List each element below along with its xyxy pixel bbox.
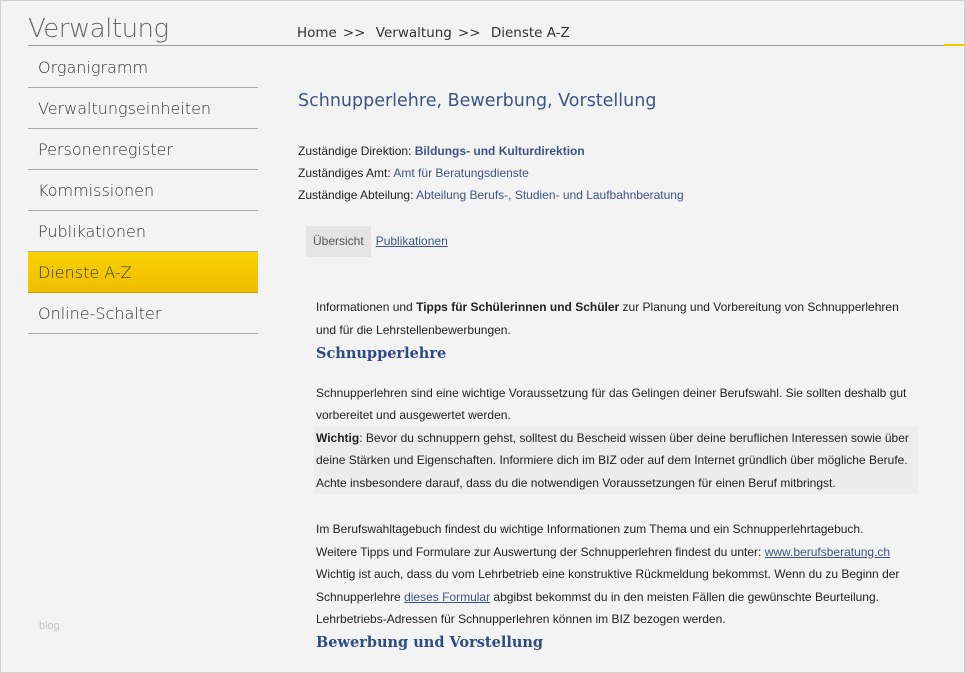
important-note: Wichtig: Bevor du schnuppern gehst, soll…: [314, 426, 918, 494]
info-label: Zuständige Direktion:: [298, 144, 412, 158]
rueckmeldung-text: abgibst bekommst du in den meisten Fälle…: [490, 589, 879, 604]
note-text: : Bevor du schnuppern gehst, solltest du…: [316, 430, 909, 490]
rueckmeldung-paragraph: Wichtig ist auch, dass du vom Lehrbetrie…: [316, 563, 918, 608]
header-accent-bar: [944, 44, 965, 46]
section-heading-bewerbung: Bewerbung und Vorstellung: [316, 633, 544, 651]
tagebuch-text: Im Berufswahltagebuch findest du wichtig…: [316, 522, 864, 536]
info-label: Zuständiges Amt:: [298, 166, 391, 180]
formular-link[interactable]: dieses Formular: [404, 590, 490, 604]
sidebar-item-online-schalter[interactable]: Online-Schalter: [28, 293, 258, 334]
responsibility-info: Zuständige Direktion: Bildungs- und Kult…: [298, 140, 684, 206]
info-row-amt: Zuständiges Amt: Amt für Beratungsdienst…: [298, 162, 684, 184]
tab-publikationen[interactable]: Publikationen: [371, 226, 453, 257]
sidebar-nav: Organigramm Verwaltungseinheiten Persone…: [28, 47, 258, 334]
header-divider: [28, 45, 965, 46]
breadcrumb-current[interactable]: Dienste A-Z: [491, 25, 570, 41]
amt-link[interactable]: Amt für Beratungsdienste: [393, 166, 528, 180]
note-label: Wichtig: [316, 430, 360, 445]
content-tabs: Übersicht Publikationen: [306, 226, 453, 257]
article-content: Informationen und Tipps für Schülerinnen…: [314, 296, 918, 654]
berufsberatung-link[interactable]: www.berufsberatung.ch: [765, 545, 890, 559]
sidebar-item-kommissionen[interactable]: Kommissionen: [28, 170, 258, 211]
intro-bold-text: Tipps für Schülerinnen und Schüler: [416, 300, 620, 314]
info-row-abteilung: Zuständige Abteilung: Abteilung Berufs-,…: [298, 184, 684, 206]
sidebar-item-dienste-a-z[interactable]: Dienste A-Z: [28, 252, 258, 293]
intro-paragraph: Informationen und Tipps für Schülerinnen…: [316, 296, 918, 341]
breadcrumb-separator: >>: [457, 25, 481, 41]
breadcrumb-verwaltung[interactable]: Verwaltung: [376, 25, 452, 41]
adressen-paragraph: Lehrbetriebs-Adressen für Schnupperlehre…: [316, 612, 726, 626]
site-title[interactable]: Verwaltung: [28, 14, 169, 44]
breadcrumb-home[interactable]: Home: [297, 25, 337, 41]
section-heading-schnupperlehre: Schnupperlehre: [316, 345, 447, 362]
sidebar-item-personenregister[interactable]: Personenregister: [28, 129, 258, 170]
schnupperlehre-paragraph: Schnupperlehren sind eine wichtige Vorau…: [316, 385, 907, 423]
tab-uebersicht[interactable]: Übersicht: [306, 226, 371, 257]
intro-text: Informationen und: [316, 300, 417, 314]
tagebuch-paragraph: Im Berufswahltagebuch findest du wichtig…: [316, 518, 918, 563]
breadcrumb: Home >> Verwaltung >> Dienste A-Z: [297, 25, 576, 41]
breadcrumb-separator: >>: [342, 25, 366, 41]
info-row-direktion: Zuständige Direktion: Bildungs- und Kult…: [298, 140, 684, 162]
abteilung-link[interactable]: Abteilung Berufs-, Studien- und Laufbahn…: [416, 188, 684, 202]
sidebar-item-organigramm[interactable]: Organigramm: [28, 47, 258, 88]
info-label: Zuständige Abteilung:: [298, 188, 414, 202]
sidebar-item-publikationen[interactable]: Publikationen: [28, 211, 258, 252]
page-title: Schnupperlehre, Bewerbung, Vorstellung: [298, 91, 657, 111]
direktion-link[interactable]: Bildungs- und Kulturdirektion: [415, 144, 585, 158]
tipps-text: Weitere Tipps und Formulare zur Auswertu…: [316, 544, 765, 559]
sidebar-item-verwaltungseinheiten[interactable]: Verwaltungseinheiten: [28, 88, 258, 129]
blog-watermark: blog: [39, 620, 60, 632]
